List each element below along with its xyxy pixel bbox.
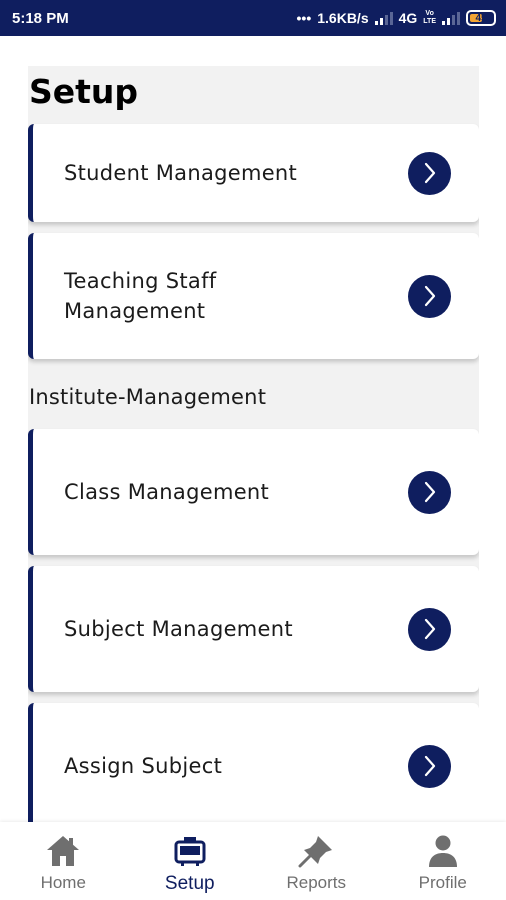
card-label: Teaching Staff Management [64, 269, 217, 323]
status-time: 5:18 PM [12, 9, 69, 27]
wifi-signal-icon [374, 11, 393, 25]
status-dots: ••• [296, 10, 312, 26]
nav-label: Profile [418, 873, 467, 892]
chevron-right-icon[interactable] [408, 470, 451, 514]
volte-top: Vo [425, 10, 434, 17]
card-label: Student Management [64, 161, 298, 185]
assign-subject-card[interactable]: Assign Subject [28, 703, 479, 822]
cell-signal-icon [442, 11, 460, 25]
chevron-right-icon[interactable] [408, 274, 451, 318]
nav-home[interactable]: Home [0, 822, 127, 900]
card-label: Assign Subject [64, 754, 223, 778]
bottom-navigation: Home Setup Reports Profile [0, 822, 506, 900]
chevron-right-icon[interactable] [408, 607, 451, 651]
student-management-card[interactable]: Student Management [28, 124, 479, 222]
battery-level: 45 [475, 12, 487, 24]
chevron-right-icon[interactable] [408, 744, 451, 788]
nav-setup[interactable]: Setup [127, 822, 254, 900]
home-icon [45, 833, 81, 869]
chevron-right-icon[interactable] [408, 151, 451, 195]
card-label: Subject Management [64, 617, 293, 641]
nav-label: Reports [286, 873, 347, 892]
teaching-staff-management-card[interactable]: Teaching Staff Management [28, 233, 479, 359]
setup-content[interactable]: Setup Student Management Teaching Staff … [28, 66, 479, 822]
network-type: 4G [398, 10, 418, 26]
class-management-card[interactable]: Class Management [28, 429, 479, 555]
status-bar: 5:18 PM ••• 1.6KB/s 4G Vo LTE 45 [0, 0, 506, 36]
nav-label: Setup [164, 873, 215, 894]
setup-icon [172, 833, 208, 869]
nav-profile[interactable]: Profile [380, 822, 506, 900]
reports-icon [298, 833, 334, 869]
network-speed: 1.6KB/s [317, 10, 369, 26]
section-title: Institute-Management [29, 385, 267, 409]
subject-management-card[interactable]: Subject Management [28, 566, 479, 692]
nav-label: Home [40, 873, 86, 892]
nav-reports[interactable]: Reports [253, 822, 380, 900]
card-label: Class Management [64, 480, 270, 504]
volte-icon: Vo LTE [423, 10, 436, 26]
page-title: Setup [29, 72, 139, 111]
profile-icon [425, 833, 461, 869]
status-indicators: ••• 1.6KB/s 4G Vo LTE 45 [297, 10, 496, 26]
volte-bottom: LTE [423, 18, 436, 25]
battery-icon: 45 [466, 10, 496, 26]
